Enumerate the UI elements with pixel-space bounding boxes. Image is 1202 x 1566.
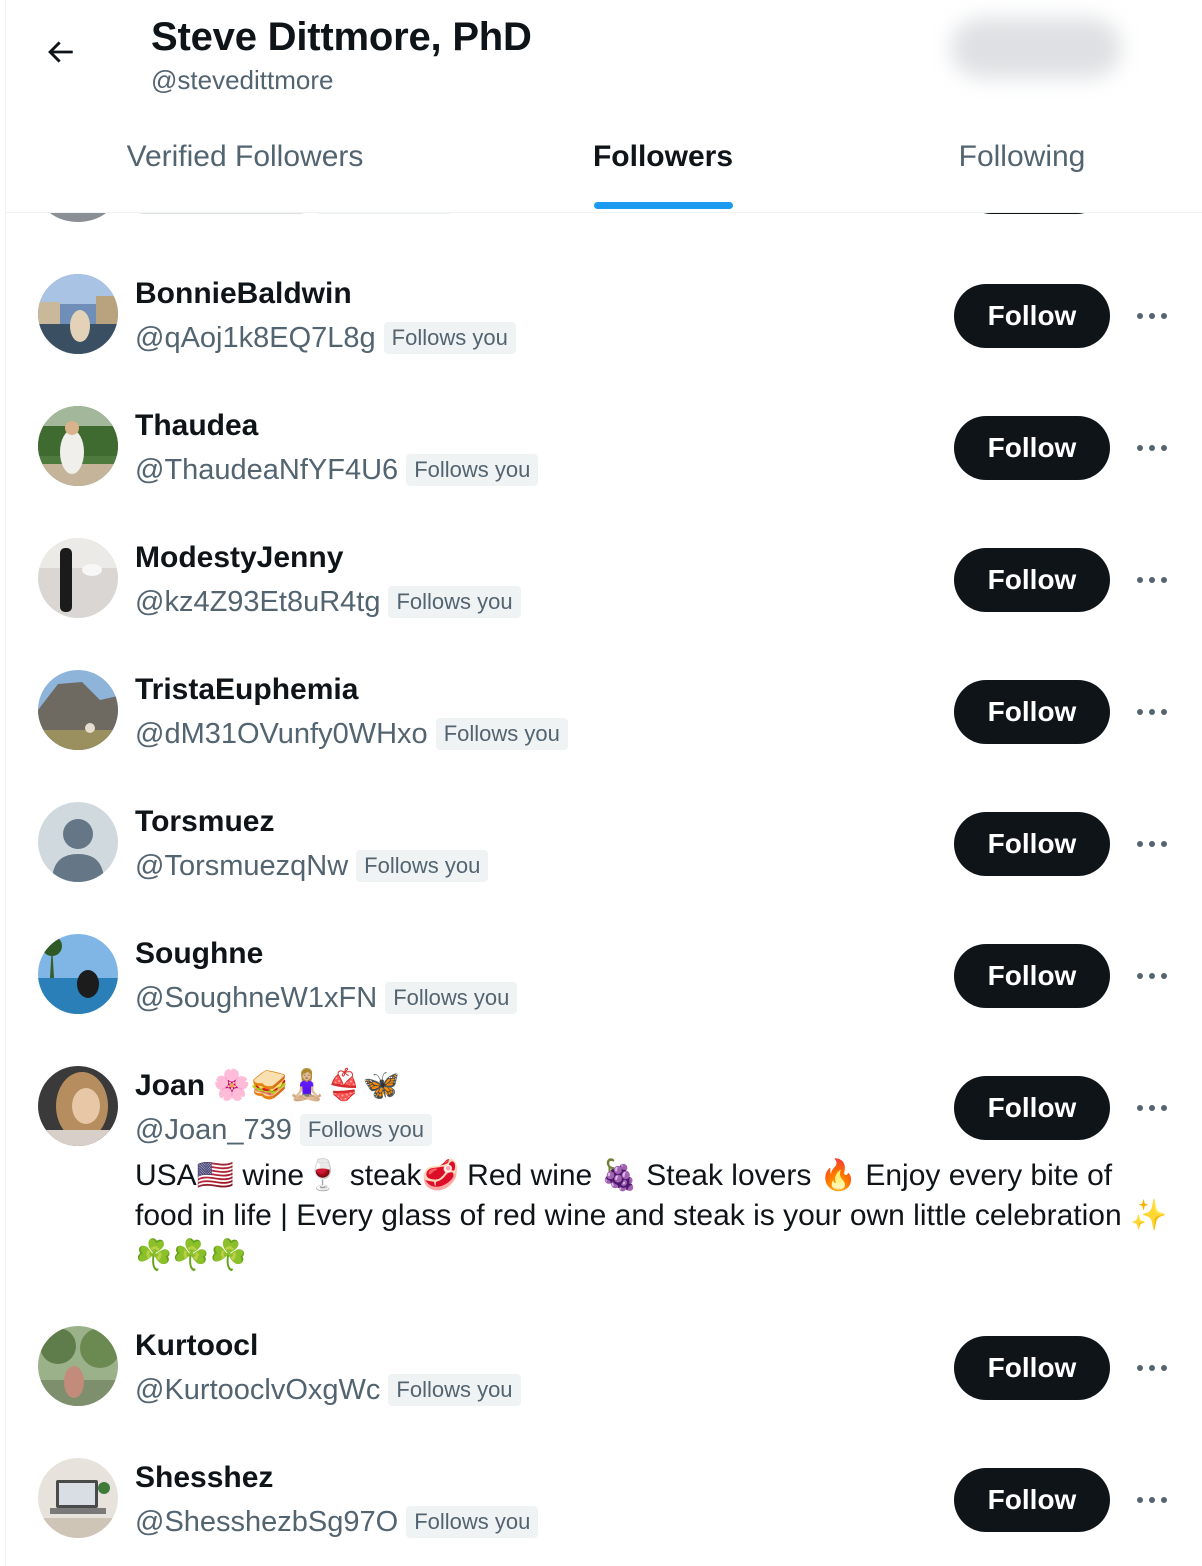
more-icon [1137,1365,1167,1371]
tab-followers[interactable]: Followers [484,120,842,212]
default-avatar-icon[interactable] [38,802,118,882]
list-item[interactable]: BonnieBaldwin @qAoj1k8EQ7L8g Follows you… [6,274,1202,374]
more-icon [1137,709,1167,715]
user-handle: @KurtooclvOxgWc [135,1374,381,1406]
more-options-button[interactable] [1132,692,1172,732]
follows-you-badge: Follows you [383,322,516,354]
handle-line: @kz4Z93Et8uR4tg Follows you [135,584,521,620]
avatar[interactable] [38,934,118,1014]
user-handle: @dM31OVunfy0WHxo [135,718,428,750]
more-options-button[interactable] [1132,956,1172,996]
user-handle: @ShesshezbSg97O [135,1506,399,1538]
user-name[interactable]: Soughne [135,936,263,972]
follow-button[interactable]: Follow [954,944,1110,1008]
list-item[interactable]: Torsmuez @TorsmuezqNw Follows you Follow [6,802,1202,902]
more-options-button[interactable] [1132,824,1172,864]
more-icon [1137,973,1167,979]
avatar[interactable] [38,538,118,618]
user-name[interactable]: BonnieBaldwin [135,276,352,312]
handle-line: @ThaudeaNfYF4U6 Follows you [135,452,539,488]
tab-bar: Verified Followers Followers Following [6,120,1202,212]
handle-line: @dM31OVunfy0WHxo Follows you [135,716,568,752]
more-icon [1137,445,1167,451]
follows-you-badge: Follows you [356,850,489,882]
follow-button[interactable]: Follow [954,284,1110,348]
handle-line: @qAoj1k8EQ7L8g Follows you [135,320,516,356]
follows-you-badge: Follows you [299,1114,432,1146]
follows-you-badge: Follows you [435,718,568,750]
back-arrow-icon [48,41,73,63]
follows-you-badge: Follows you [406,454,539,486]
more-icon [1137,1105,1167,1111]
more-options-button[interactable] [1132,1480,1172,1520]
more-icon [1137,841,1167,847]
user-name[interactable]: Kurtoocl [135,1328,258,1364]
tab-verified-followers[interactable]: Verified Followers [6,120,484,212]
avatar[interactable] [38,1326,118,1406]
profile-header: Steve Dittmore, PhD @stevedittmore Verif… [6,0,1202,213]
follow-button[interactable]: Follow [954,1468,1110,1532]
active-tab-indicator [594,202,733,209]
user-name[interactable]: ModestyJenny [135,540,343,576]
list-item[interactable]: ModestyJenny @kz4Z93Et8uR4tg Follows you… [6,538,1202,638]
list-item[interactable]: TristaEuphemia @dM31OVunfy0WHxo Follows … [6,670,1202,770]
follow-button[interactable]: Follow [954,416,1110,480]
handle-line: @KurtooclvOxgWc Follows you [135,1372,521,1408]
user-handle: @SoughneW1xFN [135,982,378,1014]
user-name[interactable]: Thaudea [135,408,258,444]
user-name[interactable]: Torsmuez [135,804,274,840]
user-handle: @TorsmuezqNw [135,850,349,882]
more-options-button[interactable] [1132,1348,1172,1388]
user-handle: @Joan_739 [135,1114,292,1146]
avatar[interactable] [38,670,118,750]
tab-following[interactable]: Following [842,120,1202,212]
more-options-button[interactable] [1132,428,1172,468]
follow-button[interactable]: Follow [954,812,1110,876]
list-item[interactable]: Thaudea @ThaudeaNfYF4U6 Follows you Foll… [6,406,1202,506]
user-name[interactable]: Joan 🌸🥪🧘🏼‍♀️👙🦋 [135,1068,400,1104]
user-bio: USA🇺🇸 wine🍷 steak🥩 Red wine 🍇 Steak love… [135,1159,1168,1272]
more-options-button[interactable] [1132,1088,1172,1128]
back-button[interactable] [40,32,80,72]
follows-you-badge: Follows you [385,982,518,1014]
more-icon [1137,1497,1167,1503]
user-handle: @kz4Z93Et8uR4tg [135,586,381,618]
follows-you-badge: Follows you [388,586,521,618]
follow-button[interactable]: Follow [954,1076,1110,1140]
follows-you-badge: Follows you [406,1506,539,1538]
handle-line: @ShesshezbSg97O Follows you [135,1504,539,1540]
more-icon [1137,313,1167,319]
avatar[interactable] [38,1458,118,1538]
more-options-button[interactable] [1132,560,1172,600]
handle-line: @SoughneW1xFN Follows you [135,980,518,1016]
follows-you-badge: Follows you [388,1374,521,1406]
avatar[interactable] [38,1066,118,1146]
user-name[interactable]: Shesshez [135,1460,273,1496]
profile-name: Steve Dittmore, PhD [151,15,532,59]
list-item[interactable]: Soughne @SoughneW1xFN Follows you Follow [6,934,1202,1034]
profile-handle: @stevedittmore [151,65,334,95]
list-item[interactable]: Shesshez @ShesshezbSg97O Follows you Fol… [6,1458,1202,1558]
avatar[interactable] [38,274,118,354]
user-handle: @ThaudeaNfYF4U6 [135,454,399,486]
list-item[interactable]: Kurtoocl @KurtooclvOxgWc Follows you Fol… [6,1326,1202,1426]
user-handle: @qAoj1k8EQ7L8g [135,322,376,354]
blurred-header-action [951,18,1121,78]
follow-button[interactable]: Follow [954,548,1110,612]
user-name[interactable]: TristaEuphemia [135,672,358,708]
handle-line: @Joan_739 Follows you [135,1112,432,1148]
avatar[interactable] [38,406,118,486]
more-icon [1137,577,1167,583]
handle-line: @TorsmuezqNw Follows you [135,848,489,884]
follow-button[interactable]: Follow [954,680,1110,744]
more-options-button[interactable] [1132,296,1172,336]
follow-button[interactable]: Follow [954,1336,1110,1400]
list-item[interactable]: Joan 🌸🥪🧘🏼‍♀️👙🦋 @Joan_739 Follows you Fol… [6,1066,1202,1296]
